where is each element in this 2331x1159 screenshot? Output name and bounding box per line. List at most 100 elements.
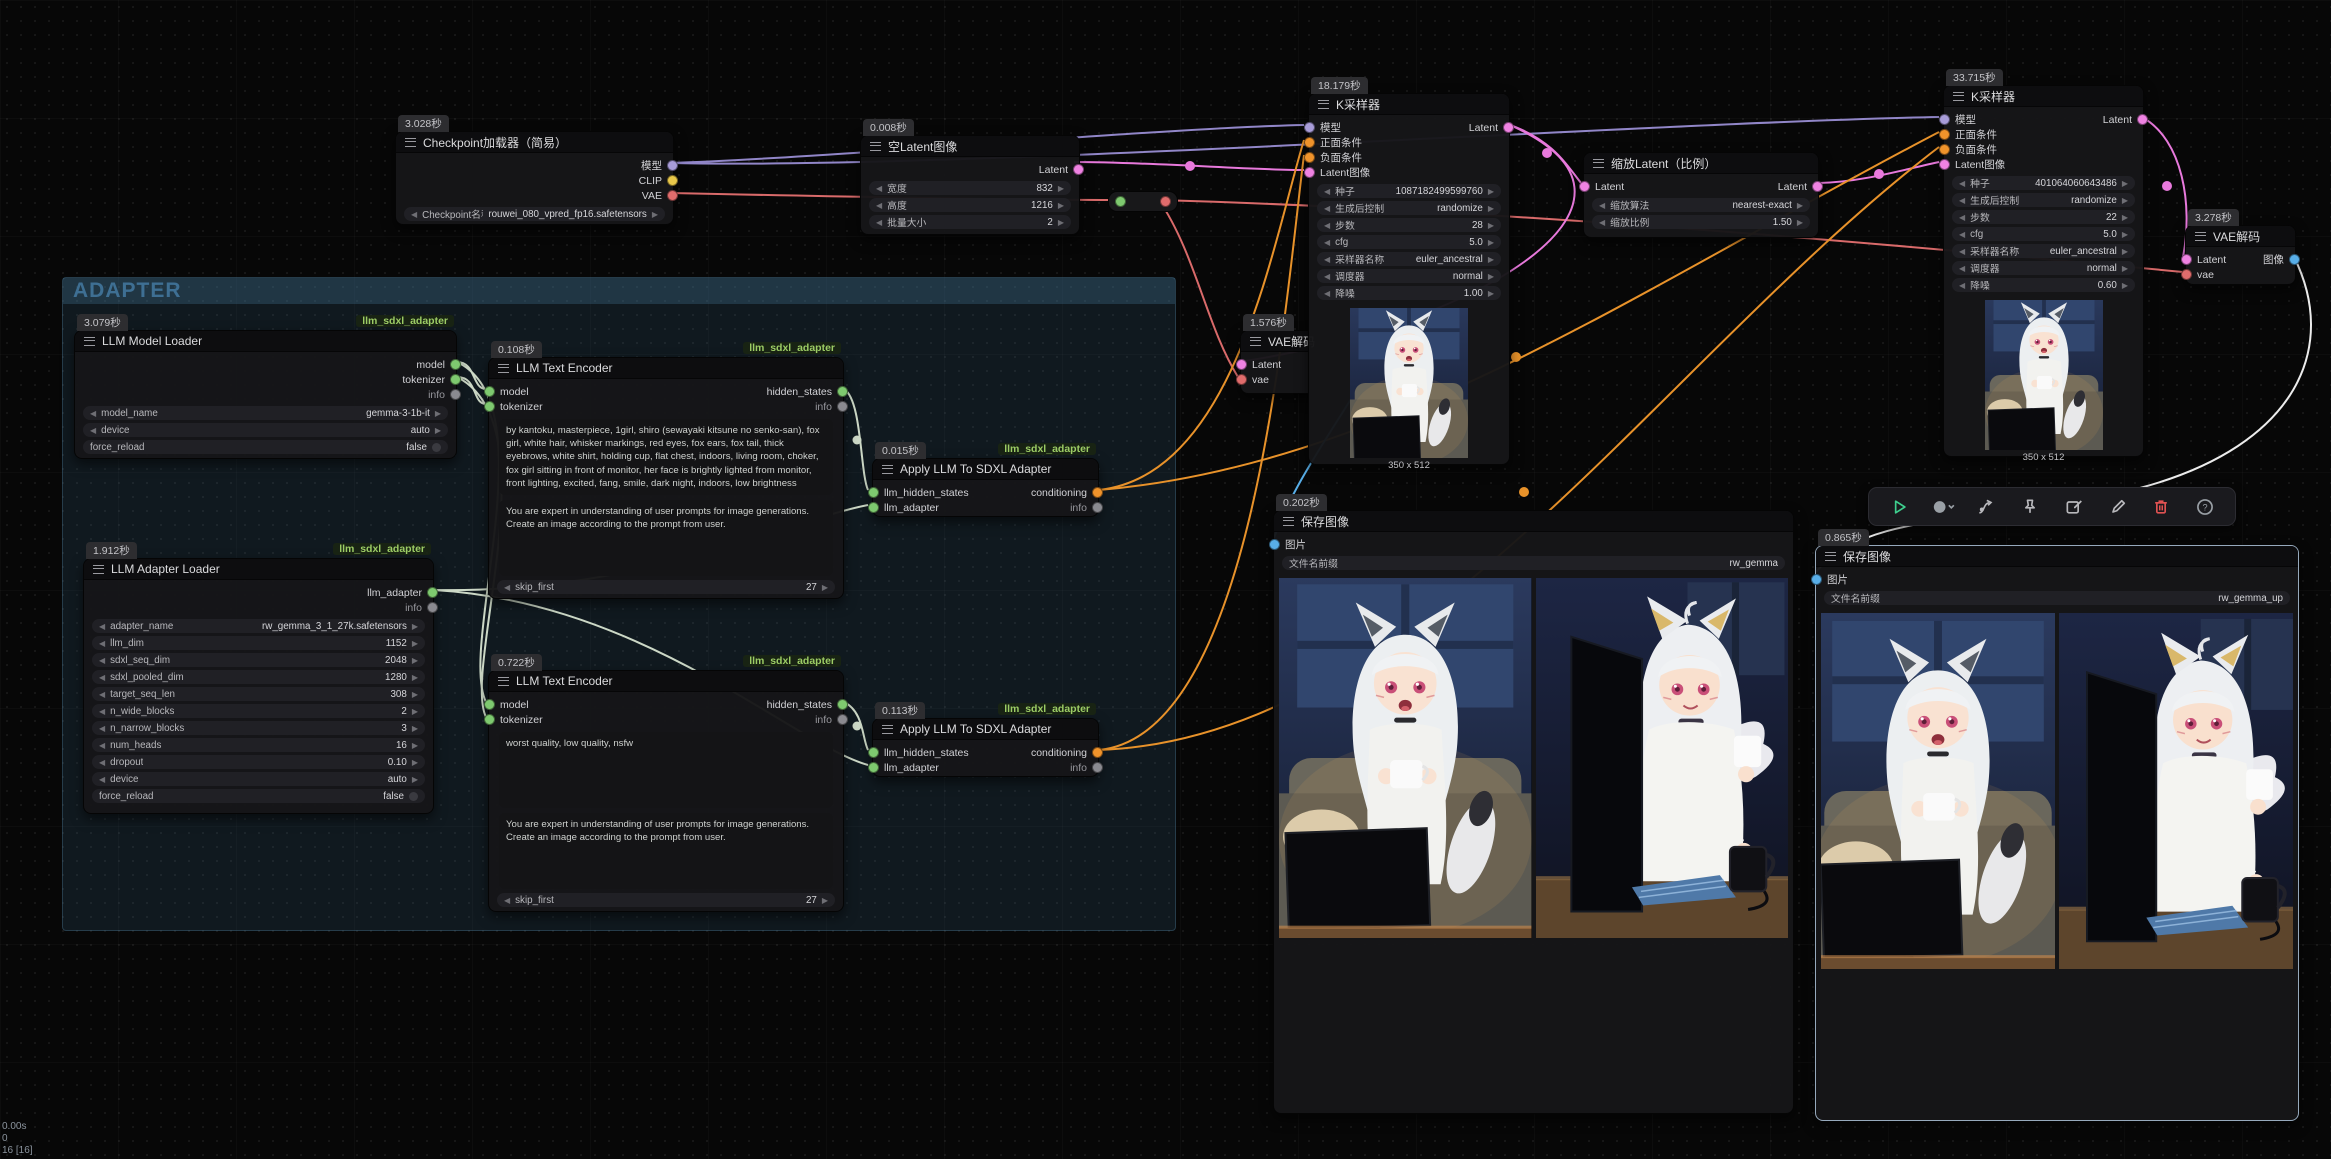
info-port[interactable] [450,389,461,400]
info-port[interactable] [1092,762,1103,773]
widget-种子[interactable]: ◀种子1087182499599760▶ [1317,184,1501,198]
widget-生成后控制[interactable]: ◀生成后控制randomize▶ [1952,193,2135,207]
widget-sdxl_pooled_dim[interactable]: ◀sdxl_pooled_dim1280▶ [92,670,425,684]
info-port[interactable] [1092,502,1103,513]
node-llm-text-encoder-2[interactable]: 0.722秒 llm_sdxl_adapter LLM Text Encoder… [488,670,844,912]
help-button[interactable]: ? [2190,493,2220,521]
widget-adapter_name[interactable]: ◀adapter_namerw_gemma_3_1_27k.safetensor… [92,619,425,633]
Latent图像-port[interactable] [1304,167,1315,178]
widget-种子[interactable]: ◀种子401064060643486▶ [1952,176,2135,190]
tokenizer-port[interactable] [450,374,461,385]
widget-cfg[interactable]: ◀cfg5.0▶ [1952,227,2135,241]
prompt-textarea[interactable]: by kantoku, masterpiece, 1girl, shiro (s… [499,419,833,495]
widget-num_heads[interactable]: ◀num_heads16▶ [92,738,425,752]
output-image-1[interactable] [1821,613,2055,969]
tokenizer-port[interactable] [484,401,495,412]
note-button[interactable] [2059,493,2089,521]
Latent图像-port[interactable] [1939,159,1950,170]
widget-force_reload[interactable]: force_reloadfalse [92,789,425,803]
Latent-port[interactable] [1236,359,1247,370]
node-header[interactable]: LLM Text Encoder [489,358,843,379]
node-save-image-2[interactable]: 0.865秒 保存图像 图片 文件名前缀rw_gemma_up [1815,545,2299,1121]
llm_adapter-port[interactable] [868,502,879,513]
node-graph-canvas[interactable]: ADAPTER 3.0 [0,0,2331,1159]
node-header[interactable]: LLM Model Loader [75,331,456,352]
model-port[interactable] [450,359,461,370]
vae-port[interactable] [2181,269,2192,280]
conditioning-port[interactable] [1092,487,1103,498]
node-llm-adapter-loader[interactable]: 1.912秒 llm_sdxl_adapter LLM Adapter Load… [83,558,434,814]
widget-调度器[interactable]: ◀调度器normal▶ [1952,261,2135,275]
node-header[interactable]: Checkpoint加载器（简易） [396,132,673,153]
node-save-image-1[interactable]: 0.202秒 保存图像 图片 文件名前缀rw_gemma [1273,510,1794,1114]
tokenizer-port[interactable] [484,714,495,725]
widget-target_seq_len[interactable]: ◀target_seq_len308▶ [92,687,425,701]
Latent-port[interactable] [1812,181,1823,192]
model-port[interactable] [484,386,495,397]
node-header[interactable]: K采样器 [1944,86,2143,107]
模型-port[interactable] [667,160,678,171]
widget-调度器[interactable]: ◀调度器normal▶ [1317,269,1501,283]
正面条件-port[interactable] [1304,137,1315,148]
widget-model_name[interactable]: ◀model_namegemma-3-1b-it▶ [83,406,448,420]
node-header[interactable]: 缩放Latent（比例） [1584,153,1818,174]
widget-采样器名称[interactable]: ◀采样器名称euler_ancestral▶ [1952,244,2135,258]
VAE-port[interactable] [667,190,678,201]
info-port[interactable] [837,714,848,725]
widget-降噪[interactable]: ◀降噪0.60▶ [1952,278,2135,292]
widget-降噪[interactable]: ◀降噪1.00▶ [1317,286,1501,300]
widget-Checkpoint名称[interactable]: ◀Checkpoint名称rouwei_080_vpred_fp16.safet… [404,207,665,221]
pin-button[interactable] [2015,493,2045,521]
system-prompt-textarea[interactable]: You are expert in understanding of user … [499,813,833,889]
node-empty-latent[interactable]: 0.008秒 空Latent图像 Latent ◀宽度832▶◀高度1216▶◀… [860,135,1080,235]
node-header[interactable]: LLM Text Encoder [489,671,843,692]
node-header[interactable]: 空Latent图像 [861,136,1079,157]
hidden_states-port[interactable] [837,386,848,397]
reroute-output-port[interactable] [1160,196,1171,207]
info-port[interactable] [837,401,848,412]
model-port[interactable] [484,699,495,710]
widget-cfg[interactable]: ◀cfg5.0▶ [1317,235,1501,249]
reroute-button[interactable] [1971,493,2001,521]
widget-宽度[interactable]: ◀宽度832▶ [869,181,1071,195]
color-picker-button[interactable] [1928,493,1958,521]
info-port[interactable] [427,602,438,613]
node-ksampler-1[interactable]: 18.179秒 K采样器 模型Latent正面条件负面条件Latent图像 ◀种… [1308,93,1510,465]
output-image-2[interactable] [2059,613,2293,969]
node-header[interactable]: LLM Adapter Loader [84,559,433,580]
widget-步数[interactable]: ◀步数22▶ [1952,210,2135,224]
node-header[interactable]: 保存图像 [1274,511,1793,532]
output-image-2[interactable] [1536,578,1789,938]
widget-sdxl_seq_dim[interactable]: ◀sdxl_seq_dim2048▶ [92,653,425,667]
run-button[interactable] [1884,493,1914,521]
widget-dropout[interactable]: ◀dropout0.10▶ [92,755,425,769]
Latent-port[interactable] [2137,114,2148,125]
output-image-1[interactable] [1279,578,1532,938]
vae-port[interactable] [1236,374,1247,385]
widget-文件名前缀[interactable]: 文件名前缀rw_gemma_up [1824,591,2290,605]
widget-高度[interactable]: ◀高度1216▶ [869,198,1071,212]
图片-port[interactable] [1269,539,1280,550]
node-apply-llm-adapter-1[interactable]: 0.015秒 llm_sdxl_adapter Apply LLM To SDX… [872,458,1099,517]
widget-llm_dim[interactable]: ◀llm_dim1152▶ [92,636,425,650]
模型-port[interactable] [1304,122,1315,133]
node-apply-llm-adapter-2[interactable]: 0.113秒 llm_sdxl_adapter Apply LLM To SDX… [872,718,1099,777]
widget-n_narrow_blocks[interactable]: ◀n_narrow_blocks3▶ [92,721,425,735]
llm_hidden_states-port[interactable] [868,747,879,758]
Latent-port[interactable] [1073,164,1084,175]
node-header[interactable]: VAE解码 [2186,226,2295,247]
node-vae-decode-2[interactable]: 3.278秒 VAE解码 Latent图像vae [2185,225,2296,285]
system-prompt-textarea[interactable]: You are expert in understanding of user … [499,500,833,576]
group-header[interactable]: ADAPTER [63,278,1175,304]
widget-采样器名称[interactable]: ◀采样器名称euler_ancestral▶ [1317,252,1501,266]
图片-port[interactable] [1811,574,1822,585]
node-header[interactable]: 保存图像 [1816,546,2298,567]
模型-port[interactable] [1939,114,1950,125]
llm_adapter-port[interactable] [427,587,438,598]
delete-button[interactable] [2146,493,2176,521]
llm_adapter-port[interactable] [868,762,879,773]
widget-skip_first[interactable]: ◀skip_first27▶ [497,580,835,594]
CLIP-port[interactable] [667,175,678,186]
node-llm-model-loader[interactable]: 3.079秒 llm_sdxl_adapter LLM Model Loader… [74,330,457,459]
node-ksampler-2[interactable]: 33.715秒 K采样器 模型Latent正面条件负面条件Latent图像 ◀种… [1943,85,2144,457]
